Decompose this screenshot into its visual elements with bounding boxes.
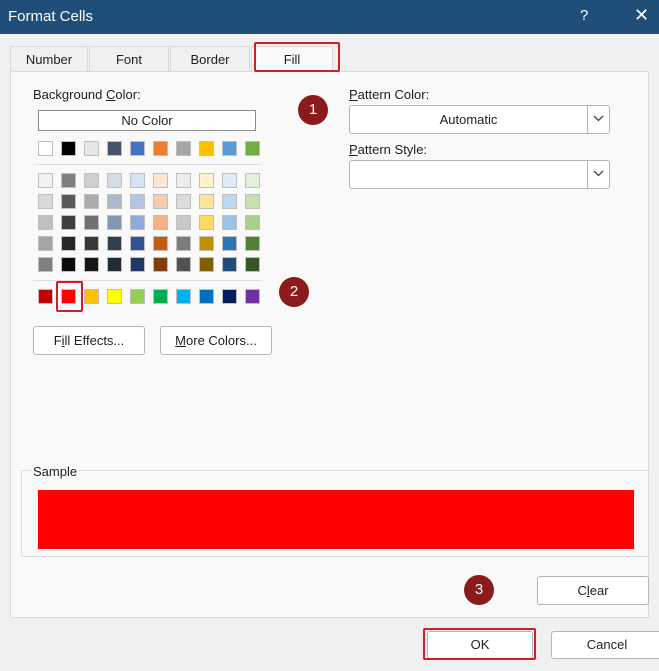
color-swatch[interactable]: [84, 236, 99, 251]
color-swatch[interactable]: [176, 257, 191, 272]
color-swatch[interactable]: [176, 215, 191, 230]
palette-separator: [33, 164, 261, 165]
pattern-color-value: Automatic: [439, 112, 498, 127]
color-swatch[interactable]: [153, 215, 168, 230]
color-swatch[interactable]: [222, 289, 237, 304]
color-swatch[interactable]: [38, 215, 53, 230]
color-swatch[interactable]: [38, 236, 53, 251]
fill-tab-highlight: [254, 42, 340, 72]
color-swatch[interactable]: [107, 194, 122, 209]
pattern-color-dropdown[interactable]: Automatic: [349, 105, 610, 134]
step-marker-1: 1: [298, 95, 328, 125]
color-swatch[interactable]: [107, 215, 122, 230]
color-swatch[interactable]: [38, 289, 53, 304]
step-marker-3: 3: [464, 575, 494, 605]
color-swatch[interactable]: [38, 173, 53, 188]
color-swatch[interactable]: [199, 236, 214, 251]
color-swatch[interactable]: [153, 141, 168, 156]
color-swatch[interactable]: [84, 173, 99, 188]
clear-button[interactable]: Clear: [537, 576, 649, 605]
title-bar: Format Cells ? ✕: [0, 0, 659, 34]
color-swatch[interactable]: [199, 141, 214, 156]
color-swatch[interactable]: [199, 194, 214, 209]
color-swatch[interactable]: [130, 236, 145, 251]
color-swatch[interactable]: [176, 289, 191, 304]
color-swatch[interactable]: [61, 257, 76, 272]
color-swatch[interactable]: [61, 173, 76, 188]
pattern-color-label: Pattern Color:: [349, 87, 430, 102]
color-swatch[interactable]: [84, 215, 99, 230]
color-swatch[interactable]: [107, 236, 122, 251]
color-swatch[interactable]: [222, 257, 237, 272]
color-swatch[interactable]: [153, 289, 168, 304]
color-swatch[interactable]: [176, 173, 191, 188]
color-swatch[interactable]: [245, 173, 260, 188]
color-swatch[interactable]: [245, 194, 260, 209]
chevron-down-icon[interactable]: [587, 161, 609, 188]
color-swatch[interactable]: [61, 141, 76, 156]
window-title: Format Cells: [8, 8, 94, 25]
cancel-button[interactable]: Cancel: [551, 631, 659, 659]
color-swatch[interactable]: [84, 257, 99, 272]
color-swatch[interactable]: [61, 194, 76, 209]
color-swatch[interactable]: [130, 194, 145, 209]
color-swatch[interactable]: [107, 141, 122, 156]
color-swatch[interactable]: [153, 236, 168, 251]
pattern-style-label: Pattern Style:: [349, 142, 428, 157]
color-swatch[interactable]: [245, 215, 260, 230]
fill-effects-button[interactable]: Fill Effects...: [33, 326, 145, 355]
no-color-button[interactable]: No Color: [38, 110, 256, 131]
chevron-down-icon[interactable]: [587, 106, 609, 133]
color-swatch[interactable]: [222, 215, 237, 230]
color-swatch[interactable]: [245, 236, 260, 251]
color-swatch[interactable]: [176, 141, 191, 156]
help-button[interactable]: ?: [580, 7, 588, 24]
color-swatch[interactable]: [38, 141, 53, 156]
color-swatch[interactable]: [199, 173, 214, 188]
color-swatch[interactable]: [176, 236, 191, 251]
selected-swatch-highlight: [56, 281, 83, 312]
color-swatch[interactable]: [130, 215, 145, 230]
color-swatch[interactable]: [38, 257, 53, 272]
color-swatch[interactable]: [107, 257, 122, 272]
color-swatch[interactable]: [130, 173, 145, 188]
step-marker-2: 2: [279, 277, 309, 307]
color-swatch[interactable]: [61, 236, 76, 251]
color-swatch[interactable]: [153, 173, 168, 188]
color-swatch[interactable]: [107, 173, 122, 188]
color-swatch[interactable]: [130, 141, 145, 156]
color-swatch[interactable]: [61, 215, 76, 230]
color-swatch[interactable]: [84, 194, 99, 209]
color-swatch[interactable]: [222, 173, 237, 188]
color-swatch[interactable]: [222, 141, 237, 156]
color-swatch[interactable]: [222, 236, 237, 251]
color-swatch[interactable]: [245, 141, 260, 156]
sample-label: Sample: [31, 464, 80, 479]
tab-number[interactable]: Number: [10, 46, 88, 72]
color-swatch[interactable]: [107, 289, 122, 304]
color-swatch[interactable]: [153, 194, 168, 209]
background-color-label: Background Color:: [33, 87, 141, 102]
color-swatch[interactable]: [130, 257, 145, 272]
ok-button-highlight: [423, 628, 536, 660]
color-swatch[interactable]: [38, 194, 53, 209]
color-swatch[interactable]: [199, 257, 214, 272]
color-swatch[interactable]: [199, 215, 214, 230]
color-swatch[interactable]: [153, 257, 168, 272]
color-swatch[interactable]: [84, 141, 99, 156]
more-colors-button[interactable]: More Colors...: [160, 326, 272, 355]
pattern-style-dropdown[interactable]: [349, 160, 610, 189]
color-swatch[interactable]: [130, 289, 145, 304]
color-swatch[interactable]: [245, 257, 260, 272]
color-swatch[interactable]: [84, 289, 99, 304]
color-swatch[interactable]: [245, 289, 260, 304]
tab-font[interactable]: Font: [89, 46, 169, 72]
sample-preview: [38, 490, 634, 549]
color-swatch[interactable]: [199, 289, 214, 304]
tab-border[interactable]: Border: [170, 46, 250, 72]
close-icon[interactable]: ✕: [634, 5, 649, 26]
color-swatch[interactable]: [222, 194, 237, 209]
color-swatch[interactable]: [176, 194, 191, 209]
